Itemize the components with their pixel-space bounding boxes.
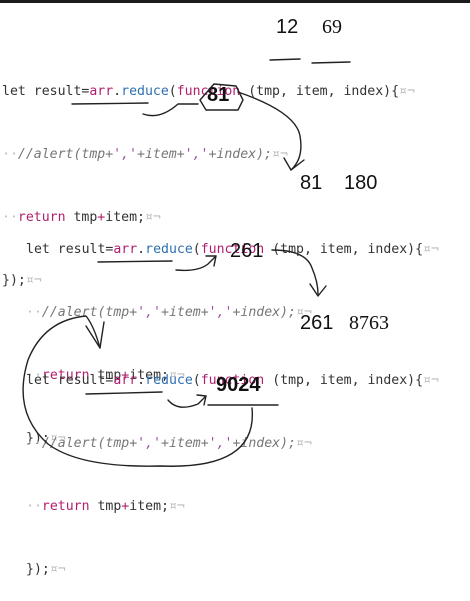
annotation-result-2: 261: [230, 240, 264, 262]
code-line-2: ··//alert(tmp+','+item+','+index);¤¬: [26, 436, 312, 451]
annotation-result-3: 9024: [216, 374, 261, 396]
code-block-3: let result=arr.reduce(function (tmp, ite…: [26, 328, 439, 601]
annotation-item-value-1: 69: [322, 16, 342, 38]
annotation-item-value-2: 180: [344, 172, 378, 194]
code-line-3: ··return tmp+item;¤¬: [26, 499, 185, 514]
annotation-tmp-value-3: 261: [300, 312, 334, 334]
code-line-2: ··//alert(tmp+','+item+','+index);¤¬: [2, 147, 288, 162]
annotation-tmp-value-1: 12: [276, 16, 299, 38]
code-line-4: });¤¬: [26, 562, 66, 577]
annotation-item-value-3: 8763: [349, 312, 389, 334]
annotation-tmp-value-2: 81: [300, 172, 323, 194]
annotation-result-1: 81: [207, 84, 230, 106]
window-top-edge: [0, 0, 470, 3]
